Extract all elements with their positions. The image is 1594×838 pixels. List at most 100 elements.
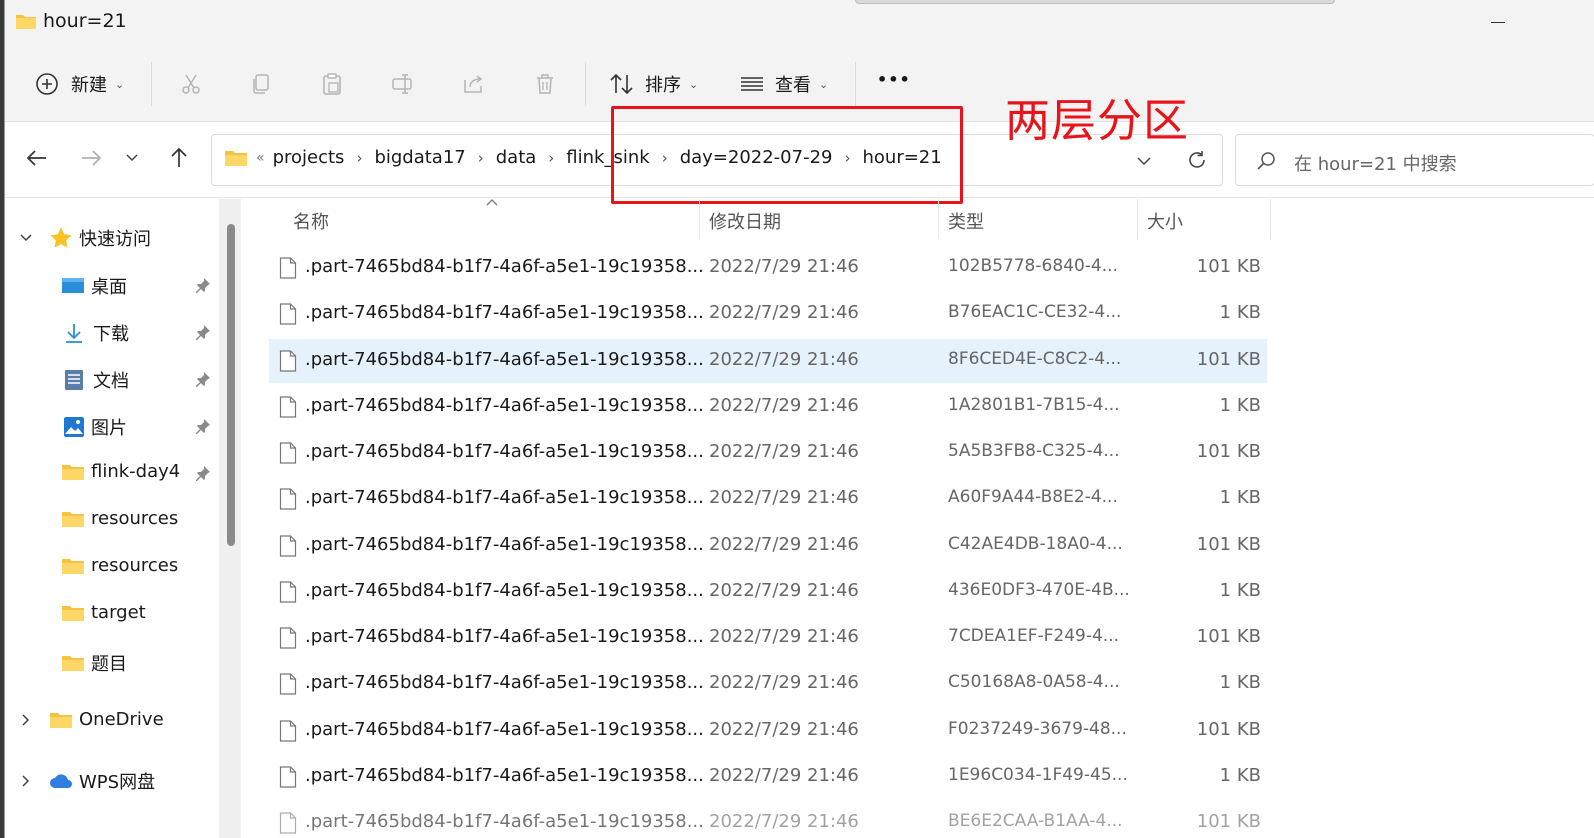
file-size: 101 KB: [1196, 256, 1261, 277]
file-type: 7CDEA1EF-F249-4...: [948, 626, 1120, 646]
column-separator[interactable]: [1137, 199, 1138, 239]
file-icon: [279, 488, 297, 514]
toolbar-separator: [151, 62, 152, 106]
cloud-icon: [50, 774, 72, 788]
sidebar-item-target[interactable]: target: [61, 602, 146, 623]
folder-icon: [16, 15, 36, 29]
file-icon: [279, 627, 297, 653]
chevron-right-icon[interactable]: [19, 713, 33, 727]
sidebar-item-wps[interactable]: WPS网盘: [19, 768, 155, 794]
file-size: 101 KB: [1196, 441, 1261, 462]
file-row[interactable]: .part-7465bd84-b1f7-4a6f-a5e1-19c19358..…: [269, 570, 1267, 614]
paste-button[interactable]: [320, 72, 344, 96]
recent-locations-button[interactable]: [125, 150, 139, 169]
file-row[interactable]: .part-7465bd84-b1f7-4a6f-a5e1-19c19358..…: [269, 431, 1267, 475]
file-row[interactable]: .part-7465bd84-b1f7-4a6f-a5e1-19c19358..…: [269, 709, 1267, 753]
refresh-icon[interactable]: [1186, 149, 1208, 171]
view-button[interactable]: 查看 ⌄: [739, 71, 828, 97]
overlay-window-edge: [855, 0, 1335, 4]
chevron-down-icon: ⌄: [819, 77, 829, 91]
file-name: .part-7465bd84-b1f7-4a6f-a5e1-19c19358..…: [305, 765, 704, 786]
forward-button[interactable]: [79, 146, 103, 174]
column-separator[interactable]: [938, 199, 939, 239]
sidebar-item-label: 题目: [91, 654, 127, 675]
file-name: .part-7465bd84-b1f7-4a6f-a5e1-19c19358..…: [305, 672, 704, 693]
delete-button[interactable]: [533, 72, 557, 96]
sort-button[interactable]: 排序 ⌄: [609, 71, 698, 97]
sidebar-item-documents[interactable]: 文档: [63, 367, 129, 393]
file-row[interactable]: .part-7465bd84-b1f7-4a6f-a5e1-19c19358..…: [269, 477, 1267, 521]
column-header-size[interactable]: 大小: [1147, 208, 1183, 248]
file-row[interactable]: .part-7465bd84-b1f7-4a6f-a5e1-19c19358..…: [269, 616, 1267, 660]
column-separator[interactable]: [699, 199, 700, 239]
folder-icon: [62, 558, 84, 574]
sidebar-item-onedrive[interactable]: OneDrive: [19, 709, 164, 730]
file-type: 436E0DF3-470E-4B...: [948, 580, 1130, 600]
file-icon: [279, 396, 297, 422]
chevron-right-icon[interactable]: ›: [548, 149, 554, 167]
sidebar-scrollbar-thumb[interactable]: [227, 224, 235, 546]
file-row[interactable]: .part-7465bd84-b1f7-4a6f-a5e1-19c19358..…: [269, 339, 1267, 383]
file-name: .part-7465bd84-b1f7-4a6f-a5e1-19c19358..…: [305, 580, 704, 601]
file-row[interactable]: .part-7465bd84-b1f7-4a6f-a5e1-19c19358..…: [269, 385, 1267, 429]
breadcrumb-data[interactable]: data: [496, 147, 537, 168]
sidebar-item-resources[interactable]: resources: [61, 555, 178, 576]
sidebar-item-label: target: [91, 602, 146, 623]
sidebar-item-questions[interactable]: 题目: [61, 650, 127, 676]
file-row[interactable]: .part-7465bd84-b1f7-4a6f-a5e1-19c19358..…: [269, 524, 1267, 568]
chevron-down-icon[interactable]: [19, 231, 33, 245]
new-button[interactable]: 新建 ⌄: [35, 71, 124, 97]
breadcrumb-overflow[interactable]: «: [256, 150, 265, 166]
search-box[interactable]: 在 hour=21 中搜索: [1235, 134, 1594, 186]
column-header-date[interactable]: 修改日期: [709, 208, 781, 248]
cut-button[interactable]: [179, 72, 203, 96]
column-header-name[interactable]: 名称: [293, 208, 329, 248]
address-dropdown-icon[interactable]: [1136, 155, 1152, 167]
sidebar-item-label: OneDrive: [79, 709, 164, 730]
chevron-right-icon[interactable]: ›: [478, 149, 484, 167]
more-options-button[interactable]: •••: [877, 70, 911, 89]
sort-icon: [610, 73, 633, 95]
clipboard-icon: [323, 73, 341, 95]
column-header-type[interactable]: 类型: [948, 208, 984, 248]
breadcrumb-projects[interactable]: projects: [273, 147, 345, 168]
breadcrumb-bigdata17[interactable]: bigdata17: [374, 147, 465, 168]
file-row[interactable]: .part-7465bd84-b1f7-4a6f-a5e1-19c19358..…: [269, 292, 1267, 336]
pin-icon[interactable]: [195, 465, 211, 481]
trash-icon: [537, 74, 553, 94]
minimize-button[interactable]: [1491, 22, 1505, 23]
file-row[interactable]: .part-7465bd84-b1f7-4a6f-a5e1-19c19358..…: [269, 246, 1267, 290]
file-name: .part-7465bd84-b1f7-4a6f-a5e1-19c19358..…: [305, 626, 704, 647]
sidebar-item-flink-day4[interactable]: flink-day4: [61, 461, 180, 482]
pin-icon[interactable]: [195, 277, 211, 293]
pin-icon[interactable]: [195, 324, 211, 340]
sidebar-item-resources[interactable]: resources: [61, 508, 178, 529]
pin-icon[interactable]: [195, 418, 211, 434]
share-button[interactable]: [462, 72, 486, 96]
file-type: BE6E2CAA-B1AA-4...: [948, 811, 1123, 831]
chevron-right-icon[interactable]: ›: [356, 149, 362, 167]
file-row[interactable]: .part-7465bd84-b1f7-4a6f-a5e1-19c19358..…: [269, 801, 1267, 838]
file-type: C42AE4DB-18A0-4...: [948, 534, 1123, 554]
pictures-icon: [64, 417, 84, 437]
pin-icon[interactable]: [195, 371, 211, 387]
file-size: 101 KB: [1196, 719, 1261, 740]
copy-button[interactable]: [249, 72, 273, 96]
sidebar-item-desktop[interactable]: 桌面: [61, 273, 127, 299]
file-size: 101 KB: [1196, 349, 1261, 370]
sidebar-item-downloads[interactable]: 下载: [63, 320, 129, 346]
folder-icon: [62, 464, 84, 480]
file-icon: [279, 720, 297, 746]
file-icon: [279, 673, 297, 699]
back-button[interactable]: [25, 146, 49, 174]
file-row[interactable]: .part-7465bd84-b1f7-4a6f-a5e1-19c19358..…: [269, 662, 1267, 706]
sidebar-item-pictures[interactable]: 图片: [63, 414, 127, 440]
file-row[interactable]: .part-7465bd84-b1f7-4a6f-a5e1-19c19358..…: [269, 755, 1267, 799]
column-separator[interactable]: [1270, 199, 1271, 239]
rename-button[interactable]: [391, 72, 415, 96]
file-icon: [279, 257, 297, 283]
chevron-right-icon[interactable]: [19, 774, 33, 788]
up-button[interactable]: [167, 146, 191, 174]
window-title: hour=21: [43, 10, 127, 32]
sidebar-item-quick-access[interactable]: 快速访问: [19, 225, 151, 251]
